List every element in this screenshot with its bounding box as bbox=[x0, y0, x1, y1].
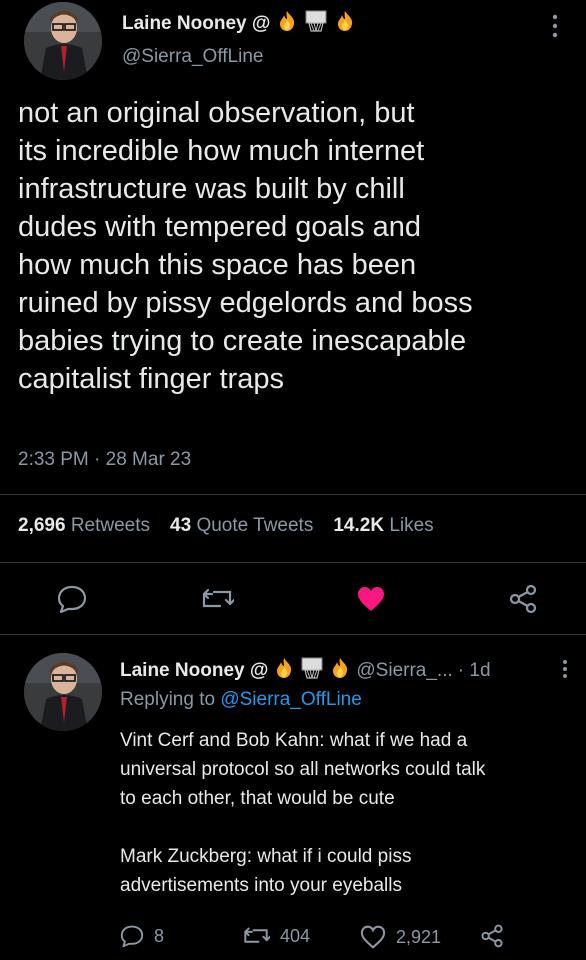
tweet-timestamp[interactable]: 2:33 PM · 28 Mar 23 bbox=[18, 449, 191, 471]
tweet-text-line: ruined by pissy edgelords and boss bbox=[18, 287, 473, 319]
fire-icon bbox=[273, 657, 295, 684]
share-icon[interactable] bbox=[508, 584, 538, 619]
reply-text-line: advertisements into your eyeballs bbox=[120, 875, 402, 896]
reply-like-count: 2,921 bbox=[396, 926, 442, 947]
reply-text-line: universal protocol so all networks could… bbox=[120, 759, 486, 780]
tweet-text-line: dudes with tempered goals and bbox=[18, 211, 422, 243]
author-handle[interactable]: @Sierra_OffLine bbox=[122, 46, 263, 68]
heart-icon[interactable] bbox=[356, 585, 386, 618]
quote-tweets-stat[interactable]: 43 Quote Tweets bbox=[170, 515, 313, 537]
heart-icon bbox=[360, 925, 386, 949]
reply-like-button[interactable]: 2,921 bbox=[360, 925, 441, 949]
replying-to-link[interactable]: @Sierra_OffLine bbox=[220, 689, 361, 710]
divider bbox=[0, 562, 586, 563]
likes-count: 14.2K bbox=[333, 515, 385, 536]
author-avatar[interactable] bbox=[24, 2, 102, 80]
divider bbox=[0, 494, 586, 495]
basketball-hoop-icon bbox=[304, 10, 328, 37]
share-icon[interactable] bbox=[480, 924, 504, 953]
reply-text-line: Mark Zuckberg: what if i could piss bbox=[120, 846, 412, 867]
reply-text-line bbox=[120, 813, 485, 842]
replying-to: Replying to @Sierra_OffLine bbox=[120, 689, 362, 711]
reply-icon[interactable] bbox=[57, 585, 87, 618]
reply-author-avatar[interactable] bbox=[24, 653, 102, 731]
tweet-text-line: how much this space has been bbox=[18, 249, 417, 281]
retweet-icon bbox=[244, 927, 270, 943]
reply-text: Vint Cerf and Bob Kahn: what if we had a… bbox=[120, 726, 485, 900]
replying-to-prefix: Replying to bbox=[120, 689, 221, 710]
basketball-hoop-icon bbox=[300, 657, 324, 684]
reply-reply-button[interactable]: 8 bbox=[120, 925, 164, 947]
retweet-icon[interactable] bbox=[200, 586, 236, 617]
reply-text-line: to each other, that would be cute bbox=[120, 788, 395, 809]
tweet-text-line: capitalist finger traps bbox=[18, 363, 284, 395]
more-icon[interactable] bbox=[562, 659, 568, 684]
tweet-text-line: babies trying to create inescapable bbox=[18, 325, 467, 357]
reply-retweet-count: 404 bbox=[280, 925, 311, 946]
quote-tweets-count: 43 bbox=[170, 515, 192, 536]
tweet-text-line: infrastructure was built by chill bbox=[18, 173, 405, 205]
tweet-text: not an original observation, but its inc… bbox=[18, 94, 473, 398]
tweet-text-line: its incredible how much internet bbox=[18, 135, 425, 167]
fire-icon bbox=[334, 10, 356, 37]
tweet-text-line: not an original observation, but bbox=[18, 97, 415, 129]
more-icon[interactable] bbox=[552, 14, 558, 43]
retweets-label: Retweets bbox=[70, 515, 151, 536]
likes-stat[interactable]: 14.2K Likes bbox=[333, 515, 433, 537]
reply-time[interactable]: · 1d bbox=[458, 660, 491, 682]
retweets-stat[interactable]: 2,696 Retweets bbox=[18, 515, 150, 537]
fire-icon bbox=[276, 10, 298, 37]
author-name[interactable]: Laine Nooney @ bbox=[122, 13, 270, 35]
reply-text-line: Vint Cerf and Bob Kahn: what if we had a bbox=[120, 730, 468, 751]
divider bbox=[0, 634, 586, 635]
retweets-count: 2,696 bbox=[18, 515, 66, 536]
quote-tweets-label: Quote Tweets bbox=[196, 515, 314, 536]
likes-label: Likes bbox=[389, 515, 434, 536]
reply-icon bbox=[120, 925, 144, 947]
reply-retweet-button[interactable]: 404 bbox=[242, 925, 310, 947]
reply-author-handle[interactable]: @Sierra_... bbox=[356, 660, 452, 682]
fire-icon bbox=[329, 657, 351, 684]
reply-author-name[interactable]: Laine Nooney @ bbox=[120, 660, 268, 682]
reply-reply-count: 8 bbox=[154, 925, 165, 946]
